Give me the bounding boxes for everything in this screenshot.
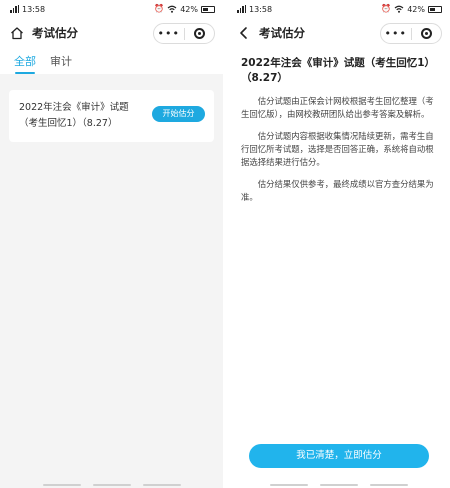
estimate-intro: 2022年注会《审计》试题（考生回忆1）（8.27） 估分试题由正保会计网校根据… — [227, 48, 450, 204]
signal-icon — [237, 5, 246, 13]
wifi-icon — [167, 5, 177, 13]
battery-percent: 42% — [180, 4, 198, 14]
exam-card-title: 2022年注会《审计》试题（考生回忆1）（8.27） — [19, 102, 129, 129]
signal-icon — [10, 5, 19, 13]
page-title: 考试估分 — [32, 26, 78, 40]
mini-program-capsule: ••• — [153, 23, 215, 44]
tab-bar: 全部 审计 — [0, 48, 223, 74]
intro-paragraph-2: 估分试题内容根据收集情况陆续更新，需考生自行回忆所考试题，选择是否回答正确，系统… — [241, 131, 434, 167]
battery-icon — [428, 5, 442, 13]
status-bar: 13:58 ⏰ 42% — [227, 0, 450, 18]
alarm-icon: ⏰ — [154, 4, 165, 13]
intro-paragraph-3: 估分结果仅供参考，最终成绩以官方查分结果为准。 — [241, 179, 434, 202]
page-title: 考试估分 — [259, 26, 305, 40]
status-bar: 13:58 ⏰ 42% — [0, 0, 223, 18]
more-icon[interactable]: ••• — [381, 24, 411, 43]
home-icon[interactable] — [8, 24, 26, 42]
alarm-icon: ⏰ — [381, 4, 392, 13]
mini-program-capsule: ••• — [380, 23, 442, 44]
nav-bar: 考试估分 ••• — [0, 18, 223, 48]
status-time: 13:58 — [22, 4, 46, 14]
more-icon[interactable]: ••• — [154, 24, 184, 43]
home-indicator — [227, 484, 450, 486]
tab-audit[interactable]: 审计 — [50, 53, 72, 74]
wifi-icon — [394, 5, 404, 13]
battery-percent: 42% — [407, 4, 425, 14]
confirm-estimate-button[interactable]: 我已清楚，立即估分 — [249, 444, 429, 468]
nav-bar: 考试估分 ••• — [227, 18, 450, 48]
back-icon[interactable] — [235, 24, 253, 42]
right-screen: 13:58 ⏰ 42% 考试估分 ••• 2022年注会《审计》试题（考生回忆1… — [227, 0, 450, 488]
close-icon[interactable] — [412, 28, 442, 39]
battery-icon — [201, 5, 215, 13]
exam-heading: 2022年注会《审计》试题（考生回忆1）（8.27） — [241, 57, 436, 84]
start-estimate-button[interactable]: 开始估分 — [152, 106, 205, 122]
status-time: 13:58 — [249, 4, 273, 14]
intro-paragraph-1: 估分试题由正保会计网校根据考生回忆整理（考生回忆版），由网校教研团队给出参考答案… — [241, 96, 434, 119]
exam-card[interactable]: 2022年注会《审计》试题（考生回忆1）（8.27） 开始估分 — [9, 90, 214, 142]
home-indicator — [0, 484, 223, 486]
close-icon[interactable] — [185, 28, 215, 39]
left-screen: 13:58 ⏰ 42% 考试估分 ••• 全部 审计 2022年注会《审计》试题… — [0, 0, 223, 488]
tab-all[interactable]: 全部 — [14, 53, 36, 74]
